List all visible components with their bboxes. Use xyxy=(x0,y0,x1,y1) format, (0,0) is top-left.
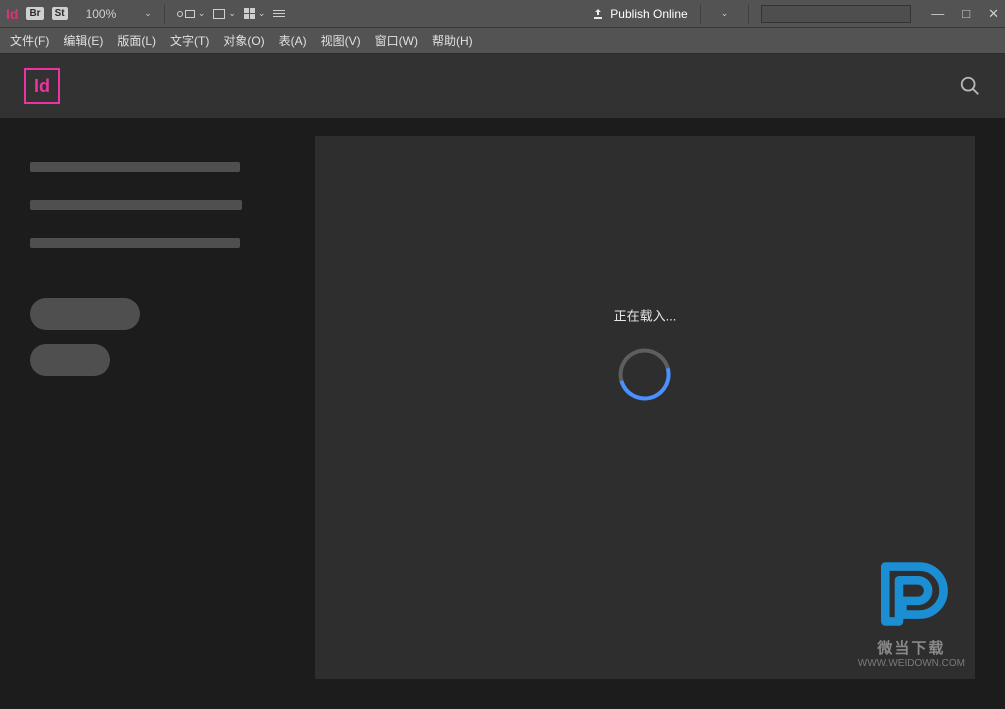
eye-icon xyxy=(177,11,183,17)
top-search-input[interactable] xyxy=(761,5,911,23)
canvas-area: 正在载入... 微当下载 WWW.WEIDOWN.COM xyxy=(315,136,975,679)
loading-indicator: 正在载入... xyxy=(614,306,677,401)
brand-text: Id xyxy=(34,76,50,97)
menu-help[interactable]: 帮助(H) xyxy=(432,32,473,49)
side-panel xyxy=(0,136,315,709)
spinner-icon xyxy=(609,339,680,410)
stock-badge[interactable]: St xyxy=(52,7,68,20)
zoom-select[interactable]: 100% ⌄ xyxy=(86,7,152,21)
separator xyxy=(700,4,701,24)
menu-view[interactable]: 视图(V) xyxy=(321,32,361,49)
app-logo: Id xyxy=(6,6,18,22)
menu-edit[interactable]: 编辑(E) xyxy=(63,32,103,49)
publish-label: Publish Online xyxy=(610,7,687,21)
separator xyxy=(164,4,165,24)
brand-band: Id xyxy=(0,54,1005,118)
upload-icon xyxy=(592,8,604,20)
menu-object[interactable]: 对象(O) xyxy=(223,32,264,49)
screen-mode-tool[interactable]: ⌄ xyxy=(213,8,236,19)
menu-layout[interactable]: 版面(L) xyxy=(117,32,156,49)
placeholder-pill xyxy=(30,298,140,330)
list-tool[interactable] xyxy=(273,10,285,17)
watermark-line1: 微当下载 xyxy=(858,637,965,658)
menubar: 文件(F) 编辑(E) 版面(L) 文字(T) 对象(O) 表(A) 视图(V)… xyxy=(0,28,1005,54)
watermark-logo-icon xyxy=(867,558,955,630)
screen-icon xyxy=(213,9,225,19)
chevron-down-icon: ⌄ xyxy=(228,8,236,19)
close-button[interactable]: ✕ xyxy=(988,6,999,22)
placeholder-line xyxy=(30,162,240,172)
placeholder-line xyxy=(30,200,242,210)
menu-file[interactable]: 文件(F) xyxy=(10,32,49,49)
grid-icon xyxy=(244,8,255,19)
loading-text: 正在载入... xyxy=(614,306,677,325)
menu-table[interactable]: 表(A) xyxy=(279,32,307,49)
chevron-down-icon: ⌄ xyxy=(258,8,266,19)
minimize-button[interactable]: — xyxy=(931,6,944,22)
watermark: 微当下载 WWW.WEIDOWN.COM xyxy=(858,558,965,669)
publish-dropdown[interactable]: ⌄ xyxy=(713,8,737,19)
arrange-tool[interactable]: ⌄ xyxy=(244,8,266,19)
view-options-tool[interactable]: ⌄ xyxy=(177,8,206,19)
square-icon xyxy=(185,10,195,18)
bars-icon xyxy=(273,10,285,17)
menu-type[interactable]: 文字(T) xyxy=(170,32,209,49)
watermark-line2: WWW.WEIDOWN.COM xyxy=(858,658,965,669)
menu-window[interactable]: 窗口(W) xyxy=(375,32,418,49)
separator xyxy=(748,4,749,24)
titlebar: Id Br St 100% ⌄ ⌄ ⌄ ⌄ Publish Online ⌄ —… xyxy=(0,0,1005,28)
chevron-down-icon: ⌄ xyxy=(198,8,206,19)
search-icon[interactable] xyxy=(959,75,981,97)
window-controls: — □ ✕ xyxy=(931,6,999,22)
placeholder-line xyxy=(30,238,240,248)
brand-box: Id xyxy=(24,68,60,104)
publish-online-button[interactable]: Publish Online xyxy=(592,7,687,21)
chevron-down-icon: ⌄ xyxy=(144,8,152,19)
placeholder-pill xyxy=(30,344,110,376)
main-area: 正在载入... 微当下载 WWW.WEIDOWN.COM xyxy=(0,118,1005,709)
zoom-value: 100% xyxy=(86,7,117,21)
maximize-button[interactable]: □ xyxy=(962,6,970,22)
bridge-badge[interactable]: Br xyxy=(26,7,43,20)
